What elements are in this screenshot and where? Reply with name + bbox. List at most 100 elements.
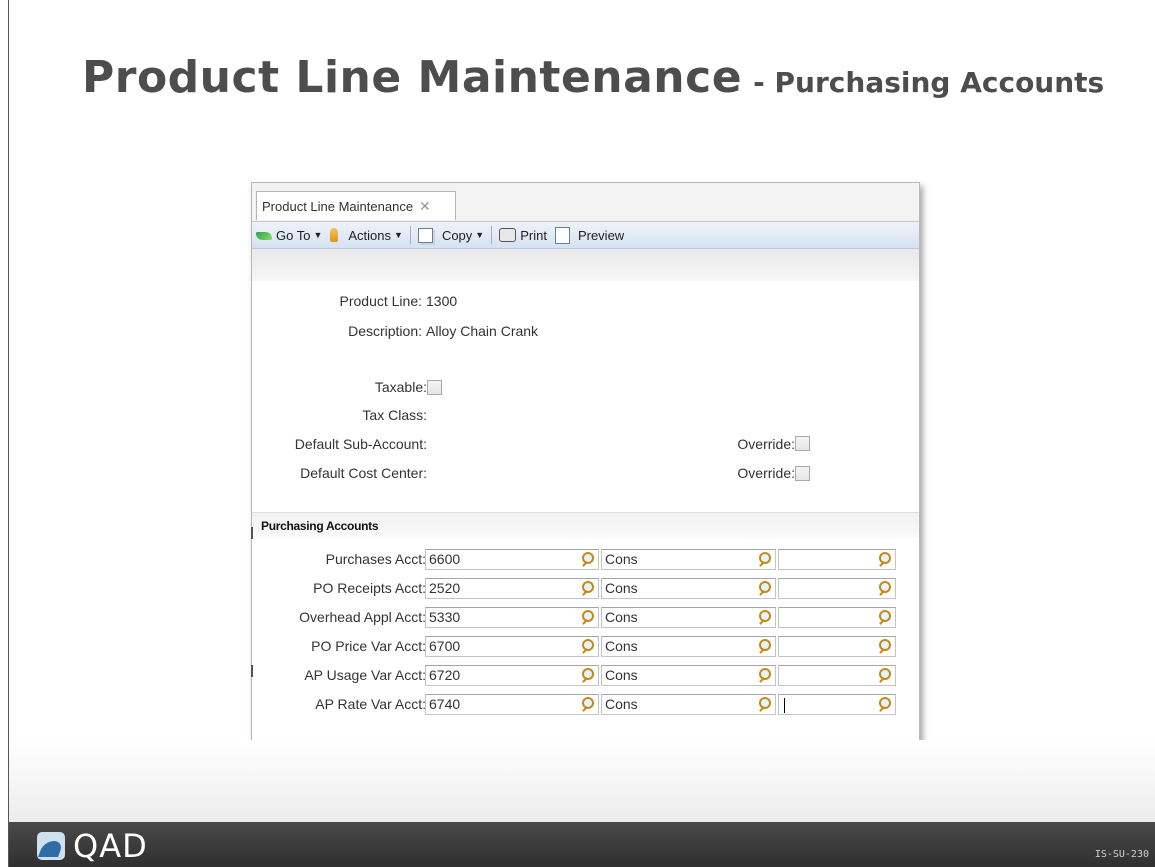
printer-icon — [499, 228, 517, 242]
lookup-icon[interactable] — [581, 610, 594, 624]
field-value: 6700 — [429, 638, 461, 654]
text-cursor — [784, 697, 785, 713]
ap-usage-var-sub-account-input[interactable]: Cons — [601, 665, 776, 686]
po-price-var-cost-center-input[interactable] — [778, 636, 896, 657]
product-line-value: 1300 — [426, 293, 458, 309]
purchases-account-input[interactable]: 6600 — [425, 549, 599, 570]
taxable-label: Taxable: — [374, 379, 427, 395]
goto-button[interactable]: Go To ▼ — [252, 224, 326, 246]
toolbar-separator — [491, 226, 493, 244]
toolbar-separator — [409, 226, 411, 244]
lookup-icon[interactable] — [581, 668, 594, 682]
purchases-cost-center-input[interactable] — [778, 549, 896, 570]
footer-bar — [9, 822, 1155, 867]
print-label: Print — [520, 227, 547, 243]
description-label: Description: — [348, 323, 422, 339]
field-value: 2520 — [429, 580, 461, 596]
slide-title-sub: - Purchasing Accounts — [753, 66, 1105, 99]
po-receipts-acct-label: PO Receipts Acct: — [313, 580, 426, 596]
lookup-icon[interactable] — [758, 610, 771, 624]
slide-code: IS-SU-230 — [1094, 849, 1149, 860]
purchases-acct-label: Purchases Acct: — [325, 551, 426, 567]
field-value: 5330 — [429, 609, 461, 625]
lookup-icon[interactable] — [758, 639, 771, 653]
chevron-down-icon: ▼ — [313, 230, 323, 240]
ap-rate-var-account-input[interactable]: 6740 — [425, 694, 599, 715]
ap-rate-var-cost-center-input[interactable] — [778, 694, 896, 715]
purchasing-accounts-header: Purchasing Accounts — [252, 512, 919, 538]
lookup-icon[interactable] — [878, 697, 891, 711]
tab-label: Product Line Maintenance — [262, 198, 414, 214]
goto-label: Go To — [276, 227, 311, 243]
lookup-icon[interactable] — [878, 668, 891, 682]
po-receipts-sub-account-input[interactable]: Cons — [601, 578, 776, 599]
field-value: Cons — [605, 667, 638, 683]
field-value: Cons — [605, 580, 638, 596]
ap-usage-var-account-input[interactable]: 6720 — [425, 665, 599, 686]
overhead-appl-sub-account-input[interactable]: Cons — [601, 607, 776, 628]
print-button[interactable]: Print — [495, 224, 551, 246]
cost-center-override-label: Override: — [737, 465, 795, 481]
lookup-icon[interactable] — [758, 552, 771, 566]
lookup-icon[interactable] — [581, 697, 594, 711]
lookup-icon[interactable] — [758, 697, 771, 711]
goto-icon — [256, 232, 272, 240]
copy-button[interactable]: Copy ▼ — [414, 224, 488, 246]
lookup-icon[interactable] — [878, 552, 891, 566]
divider — [251, 665, 253, 677]
overhead-appl-account-input[interactable]: 5330 — [425, 607, 599, 628]
lookup-icon[interactable] — [758, 581, 771, 595]
copy-label: Copy — [441, 227, 473, 243]
po-receipts-account-input[interactable]: 2520 — [425, 578, 599, 599]
ap-rate-var-acct-label: AP Rate Var Acct: — [315, 696, 426, 712]
ap-usage-var-cost-center-input[interactable] — [778, 665, 896, 686]
preview-label: Preview — [577, 227, 625, 243]
close-icon[interactable]: ✕ — [419, 198, 431, 215]
actions-button[interactable]: Actions ▼ — [326, 224, 407, 246]
lookup-icon[interactable] — [878, 639, 891, 653]
divider — [251, 527, 253, 539]
lookup-icon[interactable] — [758, 668, 771, 682]
toolbar: Go To ▼ Actions ▼ Copy ▼ Print Preview — [252, 222, 919, 249]
purchases-sub-account-input[interactable]: Cons — [601, 549, 776, 570]
ap-usage-var-acct-label: AP Usage Var Acct: — [304, 667, 426, 683]
preview-icon — [554, 226, 570, 244]
sub-account-override-checkbox[interactable] — [795, 436, 810, 451]
qad-logo-text: QAD — [73, 827, 148, 865]
preview-button[interactable]: Preview — [551, 224, 628, 246]
slide-title: Product Line Maintenance - Purchasing Ac… — [82, 52, 1104, 103]
lookup-icon[interactable] — [581, 552, 594, 566]
ap-rate-var-sub-account-input[interactable]: Cons — [601, 694, 776, 715]
overhead-appl-acct-label: Overhead Appl Acct: — [299, 609, 426, 625]
field-value: Cons — [605, 551, 638, 567]
po-price-var-account-input[interactable]: 6700 — [425, 636, 599, 657]
default-cost-center-label: Default Cost Center: — [300, 465, 427, 481]
product-line-label: Product Line: — [339, 293, 423, 309]
app-window: Product Line Maintenance ✕ Go To ▼ Actio… — [251, 182, 920, 742]
field-value: 6720 — [429, 667, 461, 683]
footer-gradient — [9, 740, 1155, 822]
lookup-icon[interactable] — [878, 610, 891, 624]
overhead-appl-cost-center-input[interactable] — [778, 607, 896, 628]
section-title: Purchasing Accounts — [261, 518, 379, 533]
description-value: Alloy Chain Crank — [426, 323, 539, 339]
cost-center-override-checkbox[interactable] — [795, 466, 810, 481]
sub-account-override-label: Override: — [737, 436, 795, 452]
tab-strip: Product Line Maintenance ✕ — [252, 183, 919, 222]
lookup-icon[interactable] — [581, 639, 594, 653]
field-value: Cons — [605, 696, 638, 712]
actions-label: Actions — [348, 227, 392, 243]
qad-logo: QAD — [37, 827, 148, 865]
tab-product-line-maintenance[interactable]: Product Line Maintenance ✕ — [256, 191, 456, 220]
qad-logo-icon — [37, 832, 65, 860]
field-value: Cons — [605, 638, 638, 654]
po-price-var-sub-account-input[interactable]: Cons — [601, 636, 776, 657]
po-receipts-cost-center-input[interactable] — [778, 578, 896, 599]
lookup-icon[interactable] — [878, 581, 891, 595]
lookup-icon[interactable] — [581, 581, 594, 595]
actions-icon — [330, 228, 339, 242]
field-value: 6600 — [429, 551, 461, 567]
chevron-down-icon: ▼ — [475, 230, 485, 240]
copy-icon — [417, 227, 433, 243]
taxable-checkbox[interactable] — [427, 380, 442, 395]
